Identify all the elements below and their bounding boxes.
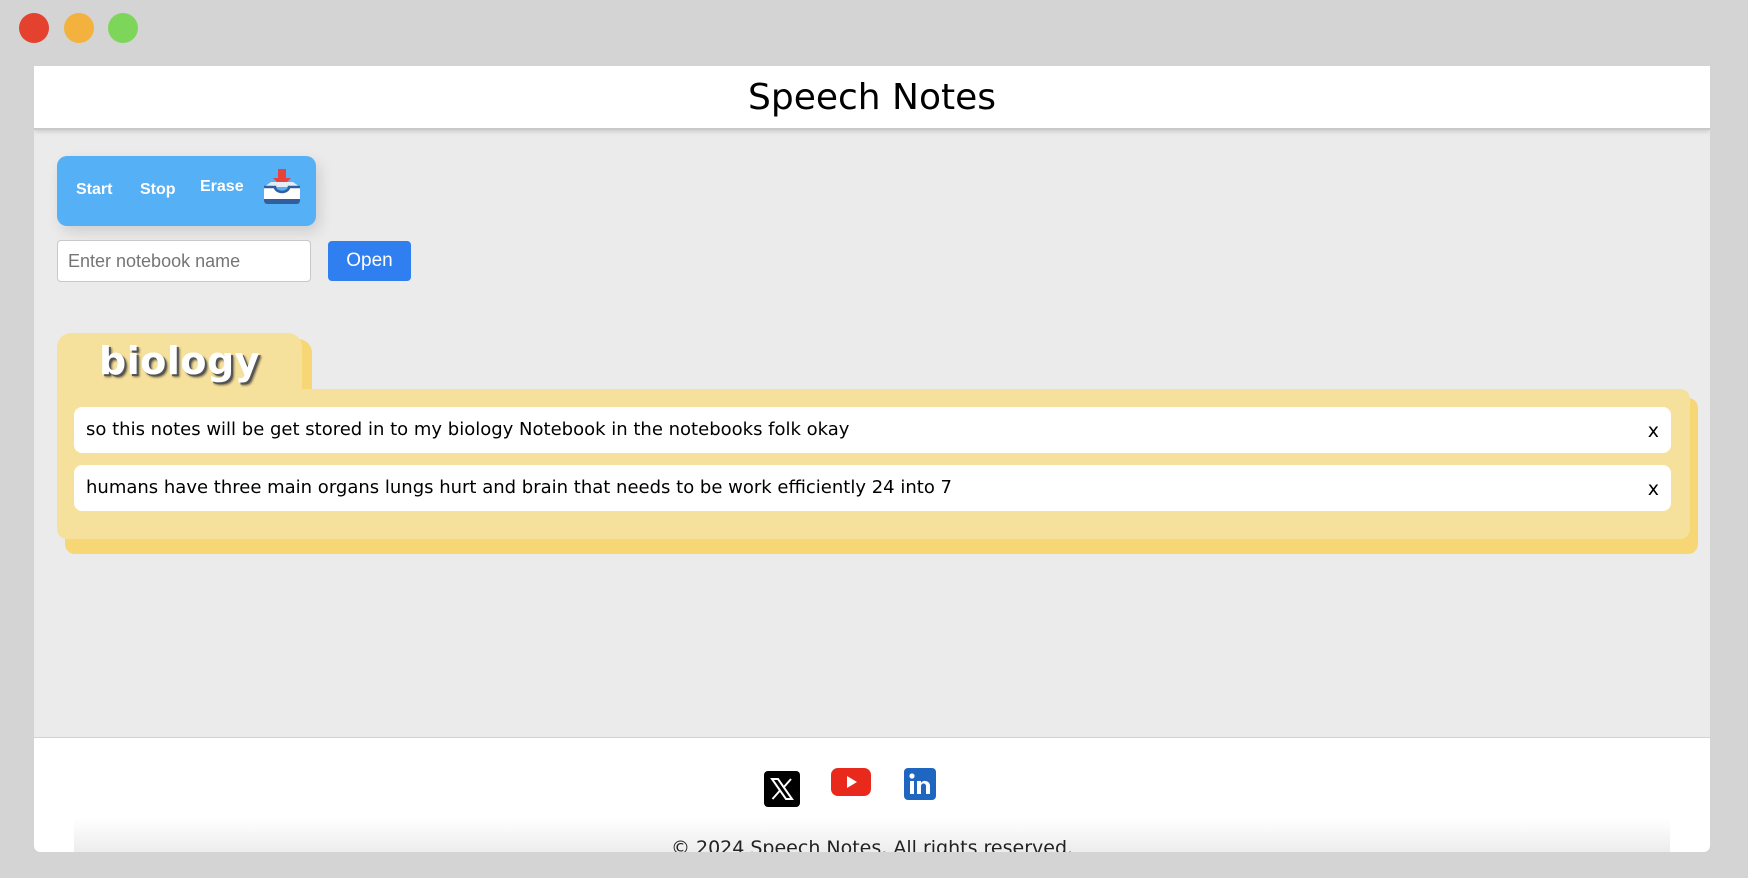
app-window: Speech Notes Start Stop Erase Open biolo…: [34, 66, 1710, 852]
page-title: Speech Notes: [747, 76, 997, 118]
delete-note-button[interactable]: x: [1648, 478, 1659, 500]
x-logo-icon[interactable]: [764, 771, 802, 809]
window-close-button[interactable]: [19, 13, 49, 43]
notebook-card: so this notes will be get stored in to m…: [57, 389, 1690, 539]
recorder-controls: Start Stop Erase: [57, 156, 316, 226]
copyright-text: © 2024 Speech Notes. All rights reserved…: [670, 837, 1074, 852]
note-text: so this notes will be get stored in to m…: [86, 419, 850, 440]
start-button[interactable]: Start: [76, 181, 112, 199]
download-button[interactable]: [261, 167, 303, 207]
stop-button[interactable]: Stop: [140, 181, 176, 199]
window-minimize-button[interactable]: [64, 13, 94, 43]
app-header: Speech Notes: [34, 66, 1710, 130]
note-text: humans have three main organs lungs hurt…: [86, 477, 953, 498]
notebook-name-input[interactable]: [57, 240, 311, 282]
download-tray-icon: [264, 169, 300, 204]
youtube-icon[interactable]: [831, 768, 871, 806]
notebook-tab[interactable]: biology: [57, 333, 302, 397]
note-item: humans have three main organs lungs hurt…: [74, 465, 1671, 511]
window-maximize-button[interactable]: [108, 13, 138, 43]
delete-note-button[interactable]: x: [1648, 420, 1659, 442]
linkedin-icon[interactable]: [904, 768, 942, 806]
open-button[interactable]: Open: [328, 241, 411, 281]
footer: © 2024 Speech Notes. All rights reserved…: [34, 737, 1710, 852]
notebook-title: biology: [99, 339, 260, 383]
note-item: so this notes will be get stored in to m…: [74, 407, 1671, 453]
erase-button[interactable]: Erase: [200, 178, 244, 196]
